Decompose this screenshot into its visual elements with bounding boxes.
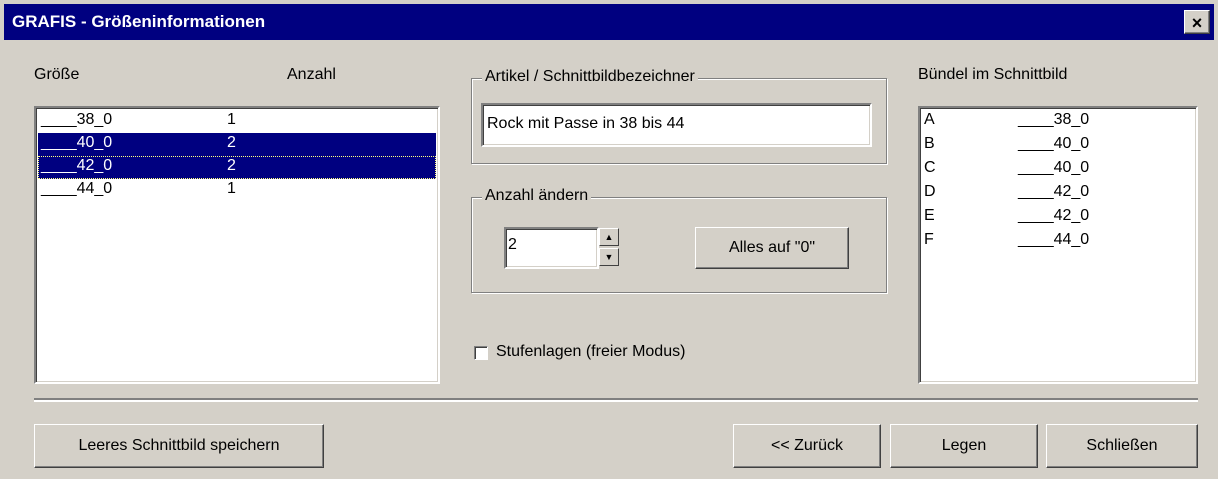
bundle-id: B [924, 135, 935, 152]
count-value: 2 [227, 157, 236, 174]
size-list[interactable]: ____38_0 1 ____40_0 2 ____42_0 2 ____44_… [34, 106, 440, 384]
close-button[interactable]: Schließen [1046, 424, 1198, 468]
count-column-header: Anzahl [287, 66, 336, 83]
article-name-value: Rock mit Passe in 38 bis 44 [487, 115, 685, 132]
spin-down-icon[interactable]: ▼ [599, 248, 619, 266]
count-value: 2 [227, 134, 236, 151]
bundle-id: C [924, 159, 936, 176]
size-value: ____42_0 [41, 157, 113, 174]
article-name-input[interactable]: Rock mit Passe in 38 bis 44 [481, 103, 872, 147]
title-bar: GRAFIS - Größeninformationen × [4, 4, 1214, 40]
bundle-size: ____42_0 [1018, 207, 1090, 224]
size-row-40[interactable]: ____40_0 2 [38, 133, 436, 156]
bundle-row[interactable]: D ____42_0 [922, 182, 1092, 206]
article-group-label: Artikel / Schnittbildbezeichner [482, 68, 698, 86]
size-value: ____40_0 [41, 134, 113, 151]
bundle-id: F [924, 231, 934, 248]
back-button[interactable]: << Zurück [733, 424, 881, 468]
bundle-size: ____40_0 [1018, 159, 1090, 176]
stufenlagen-label: Stufenlagen (freier Modus) [496, 343, 686, 360]
size-row-38[interactable]: ____38_0 1 [38, 110, 436, 133]
spin-up-icon[interactable]: ▲ [599, 228, 619, 246]
count-value: 1 [227, 111, 236, 128]
count-input-value: 2 [508, 236, 517, 253]
lay-button[interactable]: Legen [890, 424, 1038, 468]
bundle-row[interactable]: C ____40_0 [922, 158, 1092, 182]
bundle-size: ____44_0 [1018, 231, 1090, 248]
divider [34, 398, 1198, 402]
bundles-list[interactable]: A ____38_0 B ____40_0 C ____40_0 D ____4… [918, 106, 1198, 384]
bundle-id: E [924, 207, 935, 224]
bundle-size: ____38_0 [1018, 111, 1090, 128]
size-column-header: Größe [34, 66, 80, 83]
bundle-row[interactable]: B ____40_0 [922, 134, 1092, 158]
bundle-size: ____42_0 [1018, 183, 1090, 200]
size-value: ____44_0 [41, 180, 113, 197]
size-row-42[interactable]: ____42_0 2 [38, 156, 436, 179]
count-input[interactable]: 2 [504, 227, 599, 269]
bundle-id: D [924, 183, 936, 200]
bundles-label: Bündel im Schnittbild [918, 66, 1068, 83]
size-value: ____38_0 [41, 111, 113, 128]
close-icon[interactable]: × [1184, 10, 1210, 34]
bundle-row[interactable]: F ____44_0 [922, 230, 1092, 254]
save-empty-pattern-button[interactable]: Leeres Schnittbild speichern [34, 424, 324, 468]
bundle-row[interactable]: E ____42_0 [922, 206, 1092, 230]
size-row-44[interactable]: ____44_0 1 [38, 179, 436, 202]
count-value: 1 [227, 180, 236, 197]
bundle-row[interactable]: A ____38_0 [922, 110, 1092, 134]
change-count-group-label: Anzahl ändern [482, 187, 592, 205]
stufenlagen-checkbox[interactable] [474, 346, 488, 360]
reset-all-button[interactable]: Alles auf "0" [695, 227, 849, 269]
bundle-id: A [924, 111, 935, 128]
bundle-size: ____40_0 [1018, 135, 1090, 152]
window-title: GRAFIS - Größeninformationen [12, 12, 266, 31]
